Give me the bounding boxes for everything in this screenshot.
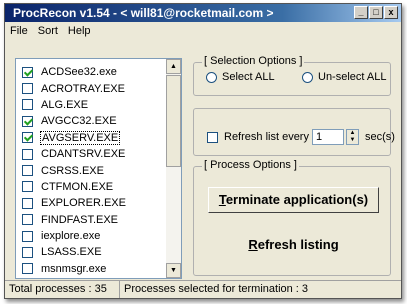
selection-options-label: [ Selection Options ] <box>202 55 305 67</box>
process-list[interactable]: ACDSee32.exe ACROTRAY.EXE ALG.EXE AVGCC32.E… <box>15 58 182 279</box>
process-checkbox[interactable] <box>22 197 33 209</box>
process-list-item[interactable]: ACDSee32.exe <box>16 64 166 80</box>
select-all-radio[interactable] <box>206 71 217 83</box>
procrecon-window: ProcRecon v1.54 - < will81@rocketmail.co… <box>4 3 402 299</box>
refresh-interval-input[interactable]: 1 <box>311 129 344 145</box>
process-checkbox[interactable] <box>22 181 33 193</box>
close-button[interactable]: x <box>384 6 398 19</box>
process-checkbox[interactable] <box>22 132 33 144</box>
process-list-item[interactable]: CDANTSRV.EXE <box>16 146 166 162</box>
process-name: ALG.EXE <box>41 98 89 111</box>
unselect-all-radio[interactable] <box>302 71 313 83</box>
process-checkbox[interactable] <box>22 148 33 160</box>
window-title: ProcRecon v1.54 - < will81@rocketmail.co… <box>13 6 274 20</box>
process-list-item[interactable]: ALG.EXE <box>16 97 166 113</box>
process-checkbox[interactable] <box>22 165 33 177</box>
select-all-label: Select ALL <box>222 71 275 83</box>
maximize-button[interactable]: □ <box>369 6 383 19</box>
process-name: CSRSS.EXE <box>41 164 104 177</box>
process-checkbox[interactable] <box>22 83 33 95</box>
selection-options-group: [ Selection Options ] Select ALL Un-sele… <box>193 55 391 96</box>
process-checkbox[interactable] <box>22 214 33 226</box>
status-bar: Total processes : 35 Processes selected … <box>5 280 401 298</box>
terminate-applications-button[interactable]: Terminate application(s) <box>208 187 379 213</box>
refresh-checkbox[interactable] <box>207 131 218 143</box>
process-name: AVGCC32.EXE <box>41 115 117 128</box>
menu-file[interactable]: File <box>5 23 33 41</box>
refresh-label: Refresh list every <box>224 131 309 143</box>
process-list-item[interactable]: ACROTRAY.EXE <box>16 80 166 96</box>
process-name: EXPLORER.EXE <box>41 197 126 210</box>
process-list-item[interactable]: LSASS.EXE <box>16 244 166 260</box>
process-name: ACDSee32.exe <box>41 66 117 79</box>
process-list-item[interactable]: FINDFAST.EXE <box>16 212 166 228</box>
process-list-item[interactable]: AVGSERV.EXE <box>16 130 166 146</box>
process-list-item[interactable]: CTFMON.EXE <box>16 179 166 195</box>
process-name: msnmsgr.exe <box>41 262 107 275</box>
scrollbar-thumb[interactable] <box>166 75 181 167</box>
selected-processes-status: Processes selected for termination : 3 <box>124 283 309 295</box>
minimize-button[interactable]: _ <box>354 6 368 19</box>
title-bar[interactable]: ProcRecon v1.54 - < will81@rocketmail.co… <box>5 4 401 22</box>
process-checkbox[interactable] <box>22 263 33 275</box>
process-list-item[interactable]: iexplore.exe <box>16 228 166 244</box>
process-list-item[interactable]: msnmsgr.exe <box>16 261 166 277</box>
process-list-item[interactable]: AVGCC32.EXE <box>16 113 166 129</box>
process-list-scrollbar[interactable]: ▲ ▼ <box>166 59 181 278</box>
process-name: LSASS.EXE <box>41 246 102 259</box>
refresh-interval-spinner[interactable]: ▲ ▼ <box>345 129 359 145</box>
menu-bar: File Sort Help <box>5 23 401 41</box>
process-name: ACROTRAY.EXE <box>41 82 125 95</box>
scroll-up-arrow-icon[interactable]: ▲ <box>166 59 181 74</box>
process-name: AVGSERV.EXE <box>40 130 121 145</box>
process-name: FINDFAST.EXE <box>41 213 119 226</box>
process-list-item[interactable]: CSRSS.EXE <box>16 162 166 178</box>
process-name: CTFMON.EXE <box>41 180 114 193</box>
process-checkbox[interactable] <box>22 66 33 78</box>
process-checkbox[interactable] <box>22 246 33 258</box>
refresh-group: Refresh list every 1 ▲ ▼ sec(s) <box>193 108 395 156</box>
process-list-item[interactable]: EXPLORER.EXE <box>16 195 166 211</box>
total-processes-status: Total processes : 35 <box>5 281 120 298</box>
process-list-item[interactable]: NVSVC32.EXE <box>16 277 166 278</box>
process-options-label: [ Process Options ] <box>202 159 299 171</box>
unselect-all-option[interactable]: Un-select ALL <box>302 71 386 83</box>
refresh-unit-label: sec(s) <box>364 131 395 143</box>
menu-help[interactable]: Help <box>63 23 96 41</box>
process-checkbox[interactable] <box>22 230 33 242</box>
select-all-option[interactable]: Select ALL <box>206 71 275 83</box>
refresh-listing-button[interactable]: Refresh listing <box>208 233 379 259</box>
process-checkbox[interactable] <box>22 99 33 111</box>
process-name: CDANTSRV.EXE <box>41 148 126 161</box>
process-name: iexplore.exe <box>41 230 101 243</box>
unselect-all-label: Un-select ALL <box>318 71 387 83</box>
menu-sort[interactable]: Sort <box>33 23 63 41</box>
process-checkbox[interactable] <box>22 115 33 127</box>
scroll-down-arrow-icon[interactable]: ▼ <box>166 263 181 278</box>
process-options-group: [ Process Options ] Terminate applicatio… <box>193 159 391 276</box>
